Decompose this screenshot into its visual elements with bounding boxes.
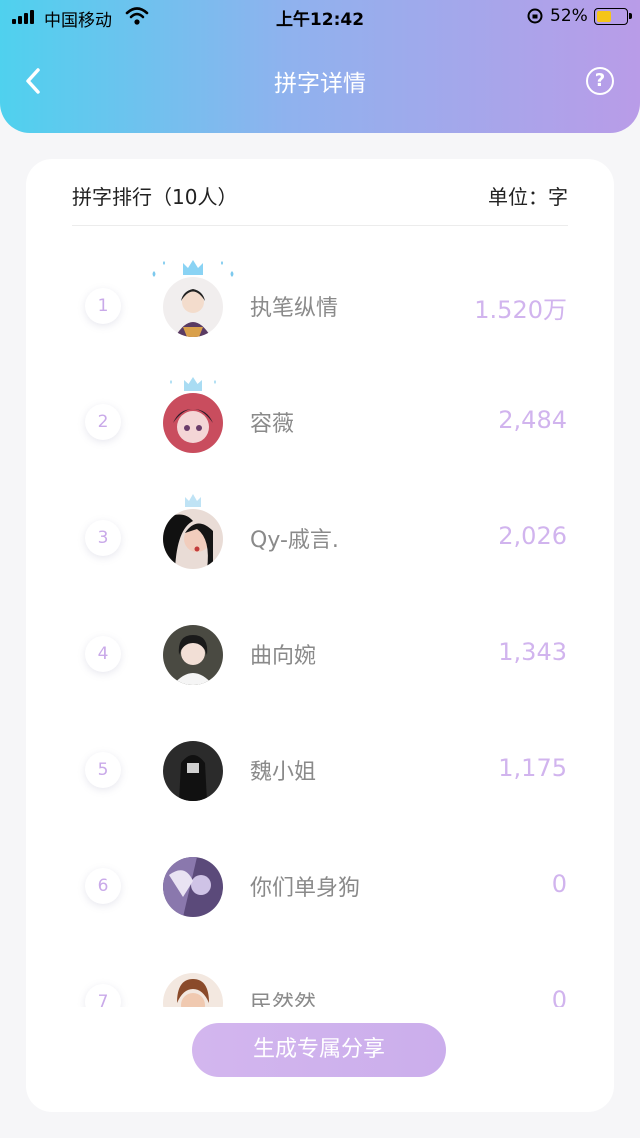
rotation-lock-icon xyxy=(527,8,543,24)
list-item[interactable]: 7 民然然 0 xyxy=(26,945,614,1007)
unit-label: 单位：字 xyxy=(488,185,568,209)
word-count: 1,175 xyxy=(498,754,567,782)
rank-badge: 2 xyxy=(85,404,121,440)
rank-badge: 7 xyxy=(85,984,121,1007)
member-name: 你们单身狗 xyxy=(250,876,361,901)
word-count: 0 xyxy=(551,870,567,898)
word-count: 2,026 xyxy=(498,522,567,550)
member-name: 魏小姐 xyxy=(250,760,317,785)
avatar[interactable] xyxy=(163,973,223,1007)
status-bar: 中国移动 上午12:42 52% xyxy=(0,0,640,34)
rank-badge: 6 xyxy=(85,868,121,904)
member-name: Qy-戚言. xyxy=(250,528,339,553)
member-name: 容薇 xyxy=(250,412,295,437)
battery-icon xyxy=(594,8,632,25)
member-name: 曲向婉 xyxy=(250,644,317,669)
word-count: 1,343 xyxy=(498,638,567,666)
list-item[interactable]: 1 执笔纵情 1.520万 xyxy=(26,249,614,365)
member-name: 执笔纵情 xyxy=(250,296,339,321)
avatar[interactable] xyxy=(163,857,223,917)
word-count: 1.520万 xyxy=(474,296,567,324)
list-item[interactable]: 3 Qy-戚言. 2,026 xyxy=(26,481,614,597)
header: 中国移动 上午12:42 52% 拼字详情 ? xyxy=(0,0,640,133)
help-button[interactable]: ? xyxy=(586,67,614,95)
rank-badge: 1 xyxy=(85,288,121,324)
list-item[interactable]: 4 曲向婉 1,343 xyxy=(26,597,614,713)
avatar[interactable] xyxy=(163,509,223,569)
generate-share-button[interactable]: 生成专属分享 xyxy=(192,1023,446,1077)
list-item[interactable]: 5 魏小姐 1,175 xyxy=(26,713,614,829)
page-title: 拼字详情 xyxy=(274,71,366,97)
avatar[interactable] xyxy=(163,625,223,685)
member-name: 民然然 xyxy=(250,992,317,1007)
avatar[interactable] xyxy=(163,741,223,801)
avatar[interactable] xyxy=(163,393,223,453)
card-header: 拼字排行（10人） 单位：字 xyxy=(72,181,568,226)
ranking-title: 拼字排行（10人） xyxy=(72,185,238,209)
rank-badge: 3 xyxy=(85,520,121,556)
ranking-card: 拼字排行（10人） 单位：字 1 执笔纵情 1.520万 2 容薇 2,484 … xyxy=(26,159,614,1112)
rank-badge: 4 xyxy=(85,636,121,672)
avatar[interactable] xyxy=(163,277,223,337)
list-item[interactable]: 6 你们单身狗 0 xyxy=(26,829,614,945)
status-time: 上午12:42 xyxy=(275,10,365,30)
list-item[interactable]: 2 容薇 2,484 xyxy=(26,365,614,481)
battery-percent: 52% xyxy=(550,6,588,26)
word-count: 2,484 xyxy=(498,406,567,434)
rank-badge: 5 xyxy=(85,752,121,788)
word-count: 0 xyxy=(551,986,567,1007)
ranking-list[interactable]: 1 执笔纵情 1.520万 2 容薇 2,484 3 Qy-戚言. 2,026 … xyxy=(26,249,614,1007)
